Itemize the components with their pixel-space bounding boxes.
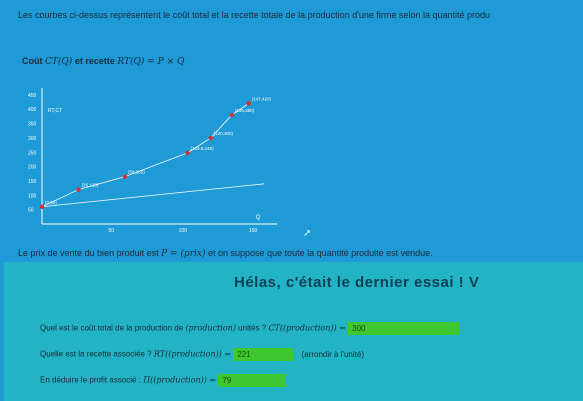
data-point (246, 101, 251, 106)
x-axis-label: Q (256, 215, 261, 221)
intro-text: Les courbes ci-dessus représentent le co… (18, 10, 491, 20)
data-point (122, 174, 128, 179)
chart-svg: RT,CT Q 450 400 350 300 250 200 150 100 50 50 100 150… (28, 88, 277, 234)
point-label: (103.5,248) (191, 146, 215, 151)
question-expression: RT((production)) = (153, 349, 232, 359)
data-point (229, 112, 235, 118)
point-label: (26,120) (82, 183, 99, 188)
rounding-hint: (arrondir à l'unité) (301, 349, 364, 359)
point-label: (135,380) (235, 108, 255, 113)
point-label: (120,300) (214, 131, 234, 136)
price-sentence: Le prix de vente du bien produit est P =… (18, 248, 433, 259)
question-text: En déduire le profit associé : (40, 375, 141, 385)
question-expression: Π((production)) = (143, 375, 217, 385)
y-axis-label: RT,CT (48, 108, 62, 114)
y-tick-label: 450 (28, 93, 37, 99)
cost-curve (41, 103, 249, 208)
y-tick-label: 350 (28, 122, 37, 128)
question-profit: En déduire le profit associé : Π((produc… (40, 374, 287, 387)
cost-revenue-chart: RT,CT Q 450 400 350 300 250 200 150 100 50 50 100 150… (14, 84, 284, 244)
answer-field-total-cost[interactable]: 300 (348, 322, 461, 335)
y-tick-label: 300 (28, 136, 37, 142)
point-label: (59,165) (128, 170, 145, 175)
x-tick-label: 50 (108, 228, 114, 234)
graph-title-ct: CT(Q) (45, 57, 73, 67)
data-point (76, 187, 81, 192)
y-tick-label: 200 (28, 165, 37, 171)
data-point (185, 150, 190, 156)
graph-title-mid: et recette (74, 56, 115, 66)
x-tick-label: 100 (179, 228, 188, 234)
point-label: (0,60) (45, 200, 57, 205)
answer-field-revenue[interactable]: 221 (233, 348, 294, 361)
question-text: Quelle est la recette associée ? (40, 349, 152, 359)
graph-title: Coût CT(Q) et recette RT(Q) = P × Q (22, 56, 184, 67)
graph-title-rt: RT(Q) = P × Q (117, 57, 185, 67)
question-revenue: Quelle est la recette associée ? RT((pro… (40, 348, 364, 361)
point-label: (147,420) (252, 96, 272, 101)
question-expression: CT((production)) = (268, 323, 346, 333)
question-text: Quel est le coût total de la production … (40, 323, 184, 333)
price-sentence-after: et on suppose que toute la quantité prod… (208, 248, 433, 258)
x-tick-label: 150 (249, 228, 258, 234)
question-production-var: (production) (185, 323, 236, 333)
y-tick-label: 100 (28, 193, 37, 199)
data-point (208, 135, 213, 141)
price-variable: P = (prix) (161, 249, 206, 259)
graph-title-prefix: Coût (22, 56, 43, 66)
last-attempt-banner: Hélas, c'était le dernier essai ! V (234, 274, 480, 291)
y-tick-label: 400 (28, 107, 37, 113)
answer-field-profit[interactable]: 79 (218, 374, 287, 387)
revenue-line (41, 183, 265, 208)
mouse-cursor-icon: ➚ (303, 228, 312, 239)
data-point (39, 204, 45, 209)
y-tick-label: 250 (28, 150, 37, 156)
question-total-cost: Quel est le coût total de la production … (40, 322, 461, 335)
feedback-panel: Hélas, c'était le dernier essai ! V Quel… (4, 262, 583, 401)
y-tick-label: 50 (28, 208, 34, 214)
question-text-2: unités ? (238, 323, 267, 333)
y-tick-label: 150 (28, 179, 37, 185)
price-sentence-before: Le prix de vente du bien produit est (18, 248, 159, 258)
